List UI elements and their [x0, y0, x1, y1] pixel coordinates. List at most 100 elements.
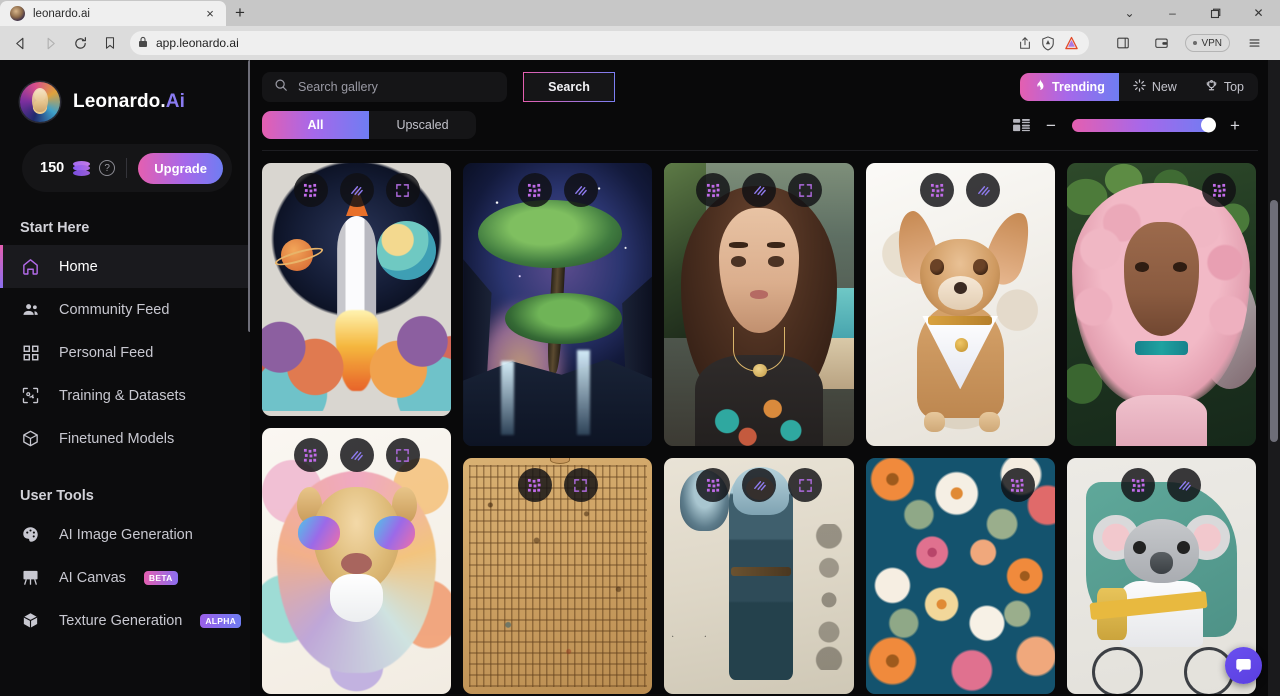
- remix-icon[interactable]: [517, 468, 552, 502]
- search-button[interactable]: Search: [523, 72, 615, 102]
- remix-icon[interactable]: [1000, 468, 1035, 502]
- remix-icon[interactable]: [920, 173, 955, 207]
- expand-icon[interactable]: [788, 173, 822, 207]
- brand-header[interactable]: Leonardo.Ai: [0, 82, 250, 122]
- zoom-controls: − +: [1013, 117, 1258, 134]
- remix-icon[interactable]: [517, 173, 552, 207]
- card-overlay-actions: [262, 438, 451, 472]
- card-fantasy-character-sheet[interactable]: [664, 458, 854, 694]
- sidebar-item-texture-generation[interactable]: Texture Generation ALPHA: [0, 599, 250, 642]
- maximize-icon[interactable]: [1194, 0, 1237, 26]
- question-mark-icon[interactable]: ?: [99, 160, 116, 176]
- card-overlay-actions: [463, 173, 652, 207]
- motion-icon[interactable]: [563, 173, 598, 207]
- remix-icon[interactable]: [696, 468, 730, 502]
- hamburger-menu-icon[interactable]: [1240, 29, 1268, 57]
- share-icon[interactable]: [1018, 36, 1032, 50]
- card-beach-portrait[interactable]: [664, 163, 854, 446]
- sidebar-section-title-user-tools: User Tools: [20, 488, 94, 504]
- reload-icon[interactable]: [66, 29, 94, 57]
- zoom-slider[interactable]: [1072, 117, 1216, 133]
- credits-divider: [126, 158, 128, 178]
- close-icon[interactable]: ×: [202, 6, 218, 22]
- remix-icon[interactable]: [1202, 173, 1237, 207]
- card-overlay-actions: [463, 468, 652, 502]
- address-bar[interactable]: app.leonardo.ai: [130, 31, 1090, 55]
- card-cosmic-tree[interactable]: [463, 163, 653, 446]
- card-chihuahua-watercolor[interactable]: [865, 163, 1055, 446]
- sidebar-section-title-start-here: Start Here: [20, 220, 90, 236]
- palette-icon: [20, 524, 41, 545]
- upgrade-button[interactable]: Upgrade: [138, 152, 223, 184]
- expand-icon[interactable]: [563, 468, 598, 502]
- motion-icon[interactable]: [742, 468, 776, 502]
- tab-label: New: [1151, 80, 1177, 94]
- remix-icon[interactable]: [696, 173, 730, 207]
- remix-icon[interactable]: [293, 438, 328, 472]
- motion-icon[interactable]: [339, 173, 374, 207]
- tab-trending[interactable]: Trending: [1020, 73, 1119, 101]
- browser-tab[interactable]: leonardo.ai ×: [0, 1, 226, 26]
- tab-strip: leonardo.ai × + ⌄ – ✕: [0, 0, 1280, 26]
- gallery-toolbar: Search Trending: [250, 60, 1280, 151]
- chevron-down-icon[interactable]: ⌄: [1108, 0, 1151, 26]
- card-pink-hair-fairy[interactable]: [1066, 163, 1257, 446]
- new-tab-button[interactable]: +: [226, 0, 254, 26]
- brand-title: Leonardo.Ai: [73, 91, 185, 113]
- minimize-icon[interactable]: –: [1151, 0, 1194, 26]
- sidebar-item-community-feed[interactable]: Community Feed: [0, 288, 250, 331]
- sidebar-item-label: AI Image Generation: [59, 526, 193, 543]
- sidebar-item-personal-feed[interactable]: Personal Feed: [0, 331, 250, 374]
- motion-icon[interactable]: [339, 438, 374, 472]
- gallery-column: [865, 163, 1055, 694]
- card-lion-sunglasses[interactable]: [262, 428, 452, 694]
- sidebar-item-label: AI Canvas: [59, 569, 126, 586]
- remix-icon[interactable]: [293, 173, 328, 207]
- sidebar-item-ai-canvas[interactable]: AI Canvas BETA: [0, 556, 250, 599]
- sidebar-panel-icon[interactable]: [1109, 29, 1137, 57]
- tab-top[interactable]: Top: [1191, 73, 1258, 101]
- expand-icon[interactable]: [385, 438, 420, 472]
- tab-new[interactable]: New: [1119, 73, 1191, 101]
- motion-icon[interactable]: [966, 173, 1001, 207]
- gallery-column: [463, 163, 653, 694]
- card-rocket-launch[interactable]: [262, 163, 452, 416]
- back-icon[interactable]: [6, 29, 34, 57]
- bookmark-icon[interactable]: [96, 29, 124, 57]
- filter-all[interactable]: All: [262, 111, 369, 139]
- sidebar-item-label: Texture Generation: [59, 612, 183, 629]
- window-controls: ⌄ – ✕: [1108, 0, 1280, 26]
- expand-icon[interactable]: [385, 173, 420, 207]
- sidebar-item-home[interactable]: Home: [0, 245, 250, 288]
- sidebar-item-training-datasets[interactable]: Training & Datasets: [0, 374, 250, 417]
- window-close-icon[interactable]: ✕: [1237, 0, 1280, 26]
- intercom-chat-icon[interactable]: [1225, 647, 1262, 684]
- motion-icon[interactable]: [1167, 468, 1202, 502]
- sidebar-item-ai-image-generation[interactable]: AI Image Generation: [0, 513, 250, 556]
- cube-icon: [20, 428, 41, 449]
- brave-wallet-icon[interactable]: [1147, 29, 1175, 57]
- card-overlay-actions: [664, 173, 853, 207]
- zoom-slider-knob[interactable]: [1201, 117, 1216, 133]
- card-floral-pattern[interactable]: [865, 458, 1055, 694]
- remix-icon[interactable]: [1121, 468, 1156, 502]
- search-input[interactable]: [298, 80, 495, 94]
- page-scrollbar-thumb[interactable]: [1270, 200, 1278, 442]
- filter-upscaled[interactable]: Upscaled: [369, 111, 476, 139]
- brave-logo-icon[interactable]: [1064, 36, 1079, 51]
- expand-icon[interactable]: [788, 468, 822, 502]
- brave-shield-icon[interactable]: [1041, 35, 1055, 51]
- search-field-wrapper[interactable]: [262, 72, 507, 102]
- grid-density-icon[interactable]: [1013, 118, 1030, 133]
- card-hieroglyph-papyrus[interactable]: [463, 458, 653, 694]
- zoom-in-button[interactable]: +: [1228, 117, 1242, 134]
- zoom-out-button[interactable]: −: [1044, 117, 1058, 134]
- vpn-badge[interactable]: VPN: [1185, 34, 1230, 52]
- forward-icon[interactable]: [36, 29, 64, 57]
- page-scrollbar[interactable]: [1268, 60, 1280, 696]
- gallery-column: [1066, 163, 1257, 694]
- flame-icon: [1034, 79, 1046, 95]
- sidebar-item-finetuned-models[interactable]: Finetuned Models: [0, 417, 250, 460]
- leonardo-favicon-icon: [10, 6, 25, 21]
- motion-icon[interactable]: [742, 173, 776, 207]
